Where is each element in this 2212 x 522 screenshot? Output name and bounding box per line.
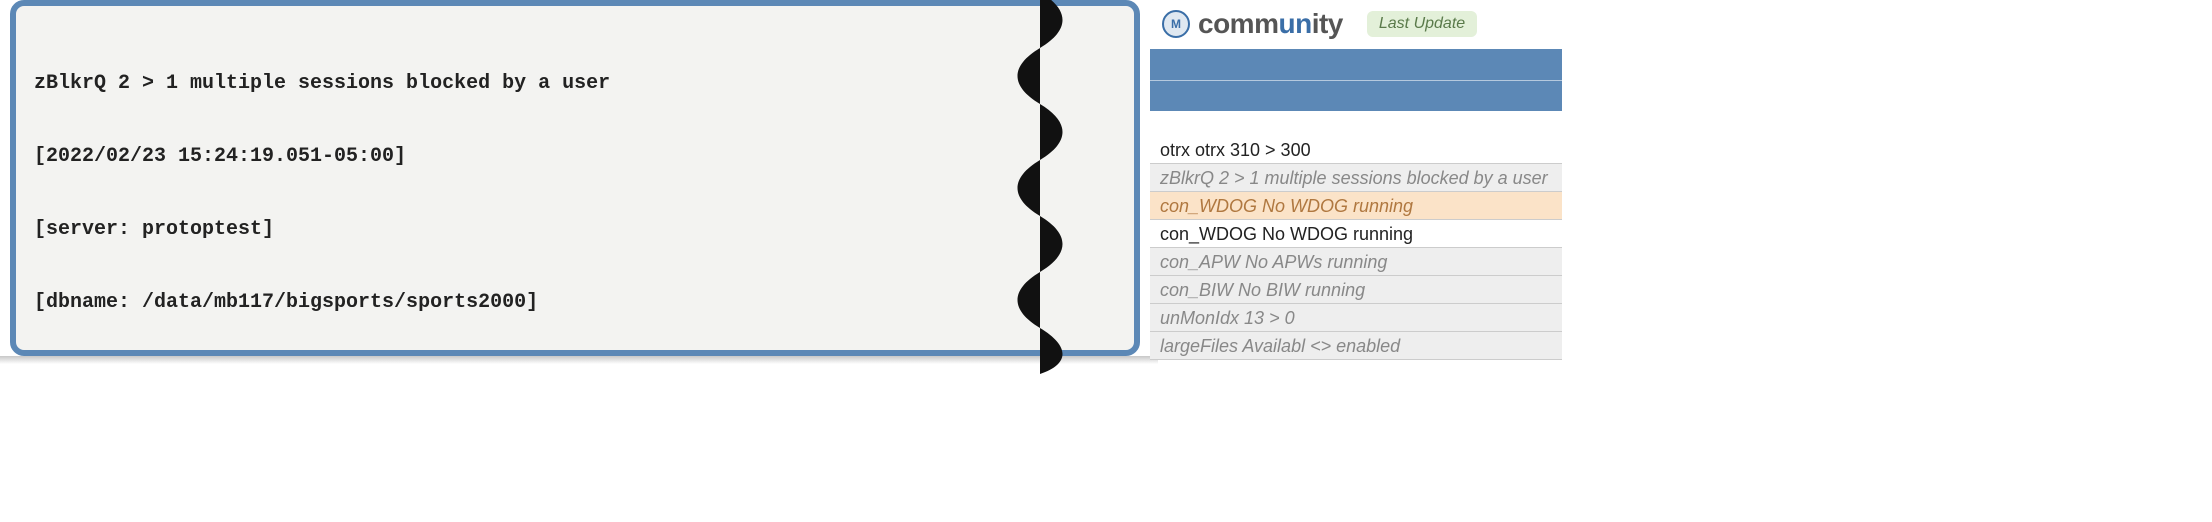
alert-item[interactable]: zBlkrQ 2 > 1 multiple sessions blocked b… [1150,164,1562,192]
alert-item[interactable]: largeFiles Availabl <> enabled [1150,332,1562,360]
alert-list: otrx otrx 310 > 300 zBlkrQ 2 > 1 multipl… [1150,136,1562,360]
logo-icon: M [1162,10,1190,38]
logo-part2: un [1278,8,1311,39]
terminal-server: [server: protoptest] [34,216,1116,243]
header-bar [1150,48,1562,112]
logo-part3: ity [1312,8,1343,39]
root: zBlkrQ 2 > 1 multiple sessions blocked b… [0,0,2212,522]
alert-detail-terminal: zBlkrQ 2 > 1 multiple sessions blocked b… [10,0,1140,356]
alert-item[interactable]: con_WDOG No WDOG running [1150,192,1562,220]
logo-row: M community Last Update [1150,0,1562,48]
terminal-timestamp: [2022/02/23 15:24:19.051-05:00] [34,143,1116,170]
alert-item[interactable]: con_BIW No BIW running [1150,276,1562,304]
header-gap [1150,112,1562,136]
terminal-dbname: [dbname: /data/mb117/bigsports/sports200… [34,289,1116,316]
alert-item[interactable]: otrx otrx 310 > 300 [1150,136,1562,164]
sidebar: M community Last Update otrx otrx 310 > … [1150,0,1562,362]
terminal-shadow [0,356,1158,364]
alert-item[interactable]: con_APW No APWs running [1150,248,1562,276]
alert-item[interactable]: con_WDOG No WDOG running [1150,220,1562,248]
last-update-pill[interactable]: Last Update [1367,11,1477,37]
alert-item[interactable]: unMonIdx 13 > 0 [1150,304,1562,332]
logo-part1: comm [1198,8,1278,39]
terminal-title: zBlkrQ 2 > 1 multiple sessions blocked b… [34,70,1116,97]
logo-text: community [1198,8,1343,40]
